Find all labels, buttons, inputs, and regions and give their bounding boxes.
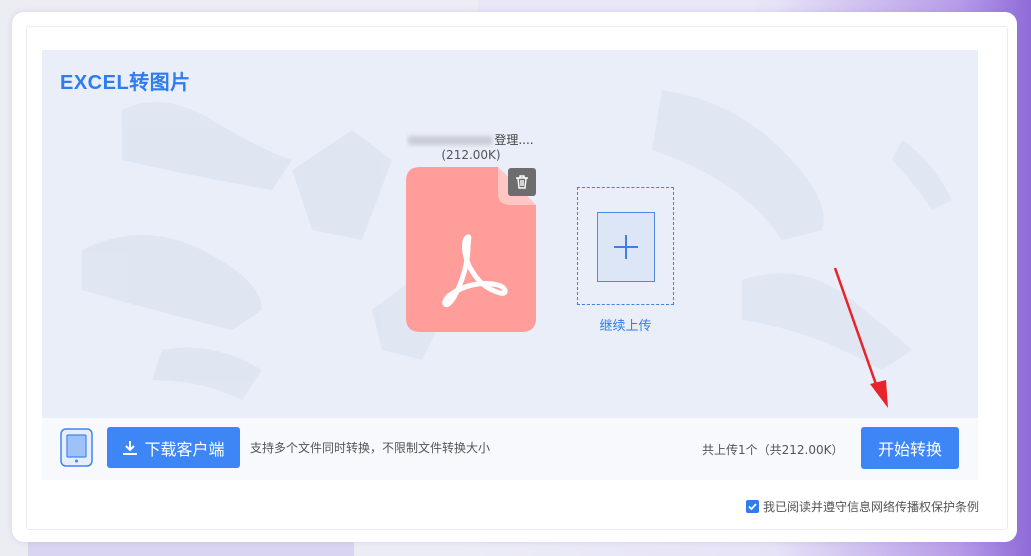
agreement-row: 我已阅读并遵守信息网络传播权保护条例 bbox=[746, 498, 979, 515]
file-name-text: 登理.... bbox=[494, 133, 534, 147]
support-text: 支持多个文件同时转换，不限制文件转换大小 bbox=[250, 441, 491, 455]
file-name: 登理.... bbox=[406, 131, 536, 148]
download-client-button[interactable]: 下载客户端 bbox=[107, 427, 240, 468]
page-title: EXCEL转图片 bbox=[60, 72, 191, 94]
continue-upload-label[interactable]: 继续上传 bbox=[577, 315, 674, 334]
background-tab bbox=[478, 0, 756, 12]
delete-file-button[interactable] bbox=[508, 168, 536, 196]
checkmark-icon bbox=[748, 503, 757, 511]
upload-summary: 共上传1个（共212.00K） bbox=[702, 443, 844, 457]
start-convert-button[interactable]: 开始转换 bbox=[861, 427, 959, 469]
tablet-icon bbox=[60, 428, 93, 467]
file-size: (212.00K) bbox=[441, 148, 501, 162]
red-arrow-annotation bbox=[833, 267, 888, 408]
agreement-checkbox[interactable] bbox=[746, 500, 759, 513]
background-strip bbox=[28, 541, 354, 556]
file-name-redacted bbox=[408, 136, 493, 145]
download-icon bbox=[123, 440, 138, 455]
agreement-text[interactable]: 我已阅读并遵守信息网络传播权保护条例 bbox=[763, 498, 979, 515]
download-client-label: 下载客户端 bbox=[144, 439, 225, 459]
trash-icon bbox=[516, 175, 528, 189]
plus-icon bbox=[614, 235, 638, 259]
upload-plus-frame bbox=[597, 212, 655, 282]
continue-upload-box[interactable] bbox=[577, 187, 674, 305]
